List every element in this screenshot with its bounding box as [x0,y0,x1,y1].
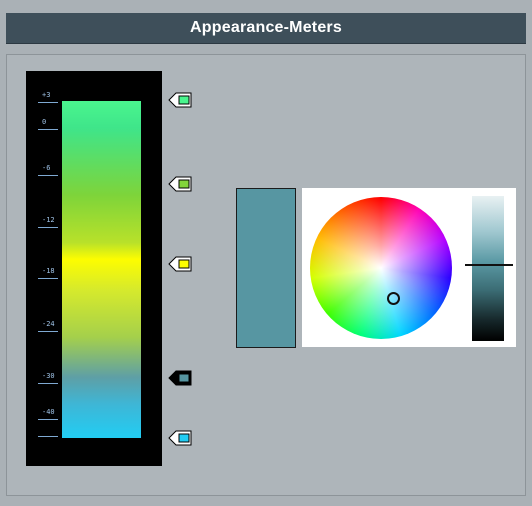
tick-line [38,419,58,420]
tick-line [38,129,58,130]
tick-label: -6 [42,164,51,172]
tick-label: 0 [42,118,47,126]
tick-label: -12 [42,216,55,224]
color-stop-marker[interactable] [168,256,192,272]
tick-label: +3 [42,91,51,99]
window-title: Appearance-Meters [190,19,342,36]
color-stop-marker-shape [168,430,192,446]
color-stop-marker-shape [168,176,192,192]
app-window: Appearance-Meters +3 0 -6 -12 -18 -24 -3… [0,0,532,506]
color-stop-marker[interactable] [168,176,192,192]
hue-saturation-wheel[interactable] [310,197,452,339]
color-stop-marker[interactable] [168,430,192,446]
tick-label: -24 [42,320,55,328]
tick-label: -18 [42,267,55,275]
tick-label: -30 [42,372,55,380]
tick-line [38,436,58,437]
color-stop-marker[interactable] [168,370,192,386]
color-stop-marker-shape [168,92,192,108]
color-stop-marker-shape [168,256,192,272]
color-stop-marker-shape [168,370,192,386]
tick-label: -40 [42,408,55,416]
tick-line [38,175,58,176]
meter-gradient-bar [62,101,141,438]
tick-line [38,102,58,103]
color-picker [302,188,516,347]
tick-line [38,227,58,228]
brightness-slider[interactable] [472,196,504,341]
tick-line [38,278,58,279]
current-color-swatch [236,188,296,348]
color-stop-marker[interactable] [168,92,192,108]
tick-line [38,383,58,384]
wheel-cursor-handle[interactable] [387,292,400,305]
tick-line [38,331,58,332]
top-strip [0,0,532,12]
brightness-slider-handle[interactable] [465,264,513,267]
title-bar: Appearance-Meters [6,13,526,44]
